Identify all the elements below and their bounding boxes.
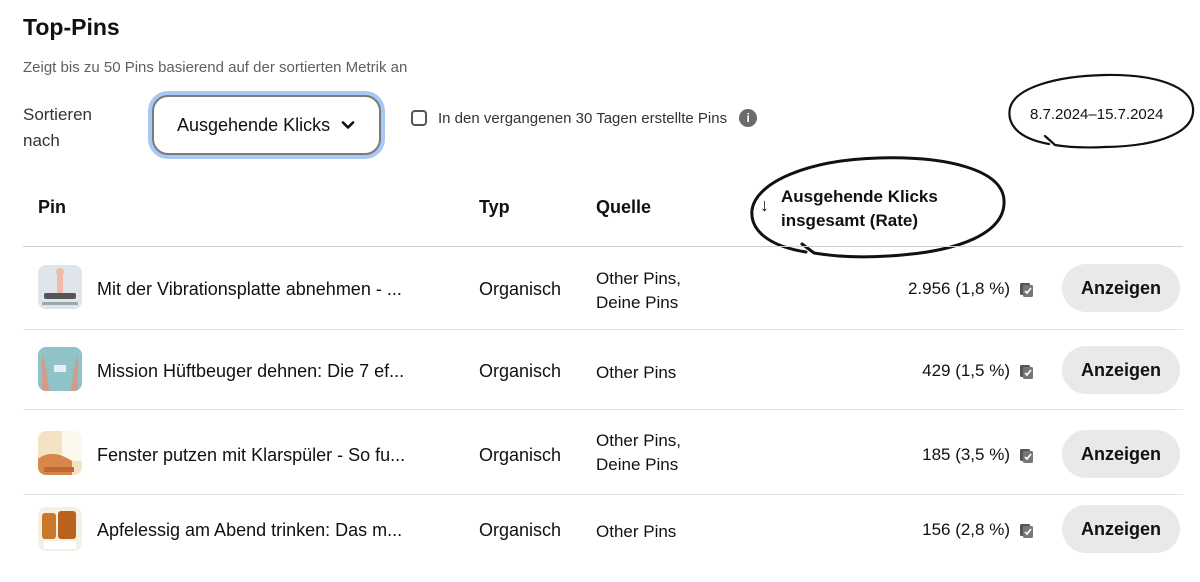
pin-title[interactable]: Apfelessig am Abend trinken: Das m... <box>97 520 402 541</box>
pin-title[interactable]: Mit der Vibrationsplatte abnehmen - ... <box>97 279 402 300</box>
pin-thumbnail[interactable] <box>38 507 82 551</box>
sort-dropdown[interactable]: Ausgehende Klicks <box>152 95 381 155</box>
table-row: Mit der Vibrationsplatte abnehmen - ... … <box>23 248 1183 328</box>
pin-thumbnail[interactable] <box>38 431 82 475</box>
column-header-metric[interactable]: ↓ Ausgehende Klicks insgesamt (Rate) <box>760 185 981 233</box>
stats-icon <box>1019 448 1033 463</box>
row-divider <box>23 409 1183 410</box>
sort-label: Sortieren nach <box>23 105 92 150</box>
pin-title[interactable]: Fenster putzen mit Klarspüler - So fu... <box>97 445 405 466</box>
table-row: Mission Hüftbeuger dehnen: Die 7 ef... O… <box>23 330 1183 410</box>
pin-source-line1: Other Pins <box>596 363 677 382</box>
column-header-source: Quelle <box>596 197 652 217</box>
pin-title[interactable]: Mission Hüftbeuger dehnen: Die 7 ef... <box>97 361 404 382</box>
table-header-divider <box>23 246 1183 247</box>
recent-pins-filter: In den vergangenen 30 Tagen erstellte Pi… <box>411 109 758 127</box>
column-header-type: Typ <box>479 197 510 217</box>
page-subtitle: Zeigt bis zu 50 Pins basierend auf der s… <box>23 59 408 76</box>
pin-metric: 156 (2,8 %) <box>922 520 1033 540</box>
pin-source-line1: Other Pins, <box>596 269 682 288</box>
pin-source-line1: Other Pins, <box>596 431 682 450</box>
pin-metric-value: 185 (3,5 %) <box>922 445 1010 464</box>
recent-pins-checkbox-label[interactable]: In den vergangenen 30 Tagen erstellte Pi… <box>438 110 727 127</box>
pin-source: Other Pins <box>596 520 676 544</box>
pin-type: Organisch <box>479 361 562 381</box>
info-icon[interactable]: i <box>739 109 758 127</box>
stats-icon <box>1019 523 1033 538</box>
view-button[interactable]: Anzeigen <box>1062 264 1180 312</box>
pin-metric-value: 429 (1,5 %) <box>922 361 1010 380</box>
table-row: Fenster putzen mit Klarspüler - So fu...… <box>23 411 1183 491</box>
pin-source: Other Pins, Deine Pins <box>596 267 681 315</box>
chevron-down-icon <box>340 117 356 133</box>
pin-type: Organisch <box>479 279 562 299</box>
pin-metric: 2.956 (1,8 %) <box>908 279 1033 299</box>
pin-metric: 429 (1,5 %) <box>922 361 1033 381</box>
column-header-pin: Pin <box>38 197 67 217</box>
pin-source-line2: Deine Pins <box>596 455 679 474</box>
arrow-down-icon: ↓ <box>760 195 769 215</box>
pin-metric: 185 (3,5 %) <box>922 445 1033 465</box>
pin-source: Other Pins <box>596 361 676 385</box>
view-button[interactable]: Anzeigen <box>1062 346 1180 394</box>
table-row: Apfelessig am Abend trinken: Das m... Or… <box>23 495 1183 575</box>
pin-type: Organisch <box>479 445 562 465</box>
pin-thumbnail[interactable] <box>38 347 82 391</box>
pin-thumbnail[interactable] <box>38 265 82 309</box>
page-title: Top-Pins <box>23 14 120 40</box>
pin-metric-value: 2.956 (1,8 %) <box>907 279 1010 298</box>
pin-source-line1: Other Pins <box>596 522 677 541</box>
pin-source-line2: Deine Pins <box>596 293 679 312</box>
sort-dropdown-value: Ausgehende Klicks <box>177 114 331 135</box>
recent-pins-checkbox[interactable] <box>411 110 427 126</box>
view-button[interactable]: Anzeigen <box>1062 430 1180 478</box>
date-range[interactable]: 8.7.2024–15.7.2024 <box>1030 106 1163 123</box>
stats-icon <box>1019 364 1033 379</box>
pin-metric-value: 156 (2,8 %) <box>922 520 1010 539</box>
pin-source: Other Pins, Deine Pins <box>596 429 681 477</box>
pin-type: Organisch <box>479 520 562 540</box>
stats-icon <box>1019 282 1033 297</box>
column-header-metric-label: Ausgehende Klicks insgesamt (Rate) <box>781 187 938 230</box>
view-button[interactable]: Anzeigen <box>1062 505 1180 553</box>
